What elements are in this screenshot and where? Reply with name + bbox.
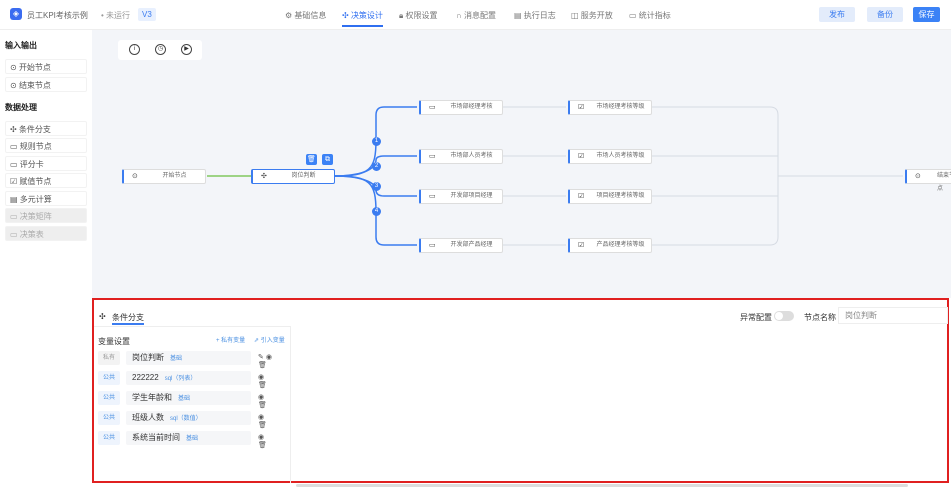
edit-icon: ☑ bbox=[578, 242, 585, 249]
card-icon: ▭ bbox=[429, 104, 436, 111]
branch-icon: ✣ bbox=[99, 312, 106, 321]
edit-icon: ☑ bbox=[578, 153, 585, 160]
end-icon: ⊙ bbox=[915, 173, 921, 180]
decision-node[interactable]: ✣ 岗位判断 bbox=[251, 169, 335, 184]
scorecard-node[interactable]: ▭ 市场部经理考核 bbox=[419, 100, 503, 115]
branch-badge: 1 bbox=[372, 137, 381, 146]
branch-badge: 3 bbox=[372, 182, 381, 191]
node-config-panel: ✣ 条件分支 异常配置 节点名称 岗位判断 变量设置 + 私有变量 ⇗ 引入变量… bbox=[92, 298, 949, 483]
card-icon: ▭ bbox=[429, 193, 436, 200]
eye-icon[interactable]: ◉ bbox=[266, 354, 274, 361]
assign-node[interactable]: ☑ 项目经理考核等级 bbox=[568, 189, 652, 204]
merge-edges bbox=[502, 106, 903, 246]
tab-condition-branch[interactable]: 条件分支 bbox=[112, 312, 144, 325]
exception-label: 异常配置 bbox=[740, 313, 772, 322]
edit-icon[interactable]: ✎ bbox=[258, 354, 266, 361]
branch-icon: ✣ bbox=[261, 173, 267, 180]
eye-icon[interactable]: ◉ bbox=[258, 414, 266, 421]
branch-edges bbox=[333, 106, 417, 246]
start-icon: ⊙ bbox=[132, 173, 138, 180]
node-name-label: 节点名称 bbox=[804, 313, 836, 322]
trash-icon[interactable]: 🗑︎ bbox=[258, 382, 269, 389]
card-icon: ▭ bbox=[429, 242, 436, 249]
import-var-button[interactable]: ⇗ 引入变量 bbox=[254, 335, 285, 344]
branch-badge: 2 bbox=[372, 162, 381, 171]
assign-node[interactable]: ☑ 产品经理考核等级 bbox=[568, 238, 652, 253]
start-node[interactable]: ⊙ 开始节点 bbox=[122, 169, 206, 184]
assign-node[interactable]: ☑ 市场经理考核等级 bbox=[568, 100, 652, 115]
trash-icon[interactable]: 🗑︎ bbox=[258, 422, 269, 429]
vars-title: 变量设置 bbox=[98, 337, 130, 346]
trash-icon[interactable]: 🗑︎ bbox=[258, 362, 269, 369]
eye-icon[interactable]: ◉ bbox=[258, 394, 266, 401]
eye-icon[interactable]: ◉ bbox=[258, 434, 266, 441]
scorecard-node[interactable]: ▭ 开发部产品经理 bbox=[419, 238, 503, 253]
exception-toggle[interactable] bbox=[774, 311, 794, 321]
card-icon: ▭ bbox=[429, 153, 436, 160]
eye-icon[interactable]: ◉ bbox=[258, 374, 266, 381]
edit-icon: ☑ bbox=[578, 193, 585, 200]
trash-icon[interactable]: 🗑︎ bbox=[258, 442, 269, 449]
scorecard-node[interactable]: ▭ 开发部项目经理 bbox=[419, 189, 503, 204]
edit-icon: ☑ bbox=[578, 104, 585, 111]
delete-node-icon[interactable]: 🗑︎ bbox=[306, 154, 317, 165]
variable-settings: 变量设置 + 私有变量 ⇗ 引入变量 私有 岗位判断 基础 ✎◉🗑︎ 公共 222222… bbox=[94, 326, 291, 483]
assign-node[interactable]: ☑ 市场人员考核等级 bbox=[568, 149, 652, 164]
branch-badge: 4 bbox=[372, 207, 381, 216]
end-node[interactable]: ⊙结束节点 bbox=[905, 169, 951, 192]
scorecard-node[interactable]: ▭ 市场部人员考核 bbox=[419, 149, 503, 164]
add-private-var-button[interactable]: + 私有变量 bbox=[216, 335, 245, 344]
trash-icon[interactable]: 🗑︎ bbox=[258, 402, 269, 409]
horizontal-scrollbar[interactable] bbox=[296, 484, 908, 487]
copy-node-icon[interactable]: ⧉ bbox=[322, 154, 333, 165]
node-name-input[interactable]: 岗位判断 bbox=[838, 307, 948, 324]
